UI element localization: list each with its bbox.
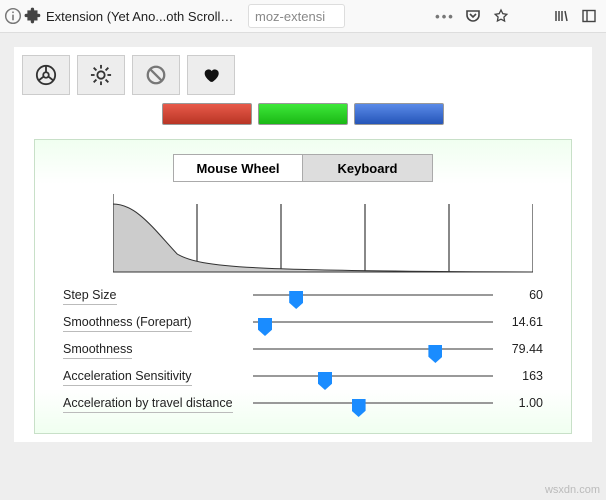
slider-value: 163 (493, 369, 543, 383)
color-button-green[interactable] (258, 103, 348, 125)
tab-keyboard[interactable]: Keyboard (303, 154, 433, 182)
slider-track[interactable] (253, 369, 493, 377)
forbidden-icon-button[interactable] (132, 55, 180, 95)
slider-thumb[interactable] (258, 318, 272, 336)
wheel-icon-button[interactable] (22, 55, 70, 95)
content-area: Mouse Wheel Keyboard Step Size 60 Smoothne… (0, 33, 606, 500)
color-button-blue[interactable] (354, 103, 444, 125)
slider-thumb[interactable] (352, 399, 366, 417)
url-bar[interactable]: moz-extensi (248, 4, 345, 28)
watermark: wsxdn.com (545, 484, 600, 496)
sidebar-icon[interactable] (576, 3, 602, 29)
slider-label: Step Size (63, 288, 253, 305)
slider-thumb[interactable] (289, 291, 303, 309)
slider-track[interactable] (253, 342, 493, 350)
slider-value: 60 (493, 288, 543, 302)
tab-mouse-wheel[interactable]: Mouse Wheel (173, 154, 303, 182)
slider-row: Acceleration Sensitivity 163 (63, 369, 543, 386)
sliders-container: Step Size60Smoothness (Forepart)14.61Smo… (63, 288, 543, 413)
slider-label: Acceleration Sensitivity (63, 369, 253, 386)
slider-row: Smoothness 79.44 (63, 342, 543, 359)
slider-value: 14.61 (493, 315, 543, 329)
slider-thumb[interactable] (318, 372, 332, 390)
slider-label: Smoothness (63, 342, 253, 359)
slider-track[interactable] (253, 396, 493, 404)
info-icon[interactable] (4, 7, 22, 25)
slider-value: 1.00 (493, 396, 543, 410)
slider-row: Acceleration by travel distance 1.00 (63, 396, 543, 413)
browser-toolbar: Extension (Yet Ano...oth Scrolling WE) m… (0, 0, 606, 33)
slider-row: Smoothness (Forepart) 14.61 (63, 315, 543, 332)
gear-icon-button[interactable] (77, 55, 125, 95)
color-row (22, 103, 584, 125)
slider-label: Smoothness (Forepart) (63, 315, 253, 332)
top-icon-row (22, 55, 584, 95)
settings-tabs: Mouse Wheel Keyboard (63, 154, 543, 182)
more-icon[interactable]: ••• (432, 3, 458, 29)
slider-row: Step Size 60 (63, 288, 543, 305)
bookmark-star-icon[interactable] (488, 3, 514, 29)
slider-label: Acceleration by travel distance (63, 396, 253, 413)
pocket-icon[interactable] (460, 3, 486, 29)
url-text: moz-extensi (255, 9, 325, 24)
extension-icon (24, 7, 42, 25)
extension-panel: Mouse Wheel Keyboard Step Size 60 Smoothne… (14, 47, 592, 442)
slider-track[interactable] (253, 315, 493, 323)
slider-value: 79.44 (493, 342, 543, 356)
library-icon[interactable] (548, 3, 574, 29)
color-button-red[interactable] (162, 103, 252, 125)
curve-chart (113, 194, 533, 274)
slider-thumb[interactable] (428, 345, 442, 363)
settings-box: Mouse Wheel Keyboard Step Size 60 Smoothne… (34, 139, 572, 434)
slider-track[interactable] (253, 288, 493, 296)
heart-icon-button[interactable] (187, 55, 235, 95)
tab-title: Extension (Yet Ano...oth Scrolling WE) (46, 9, 236, 24)
